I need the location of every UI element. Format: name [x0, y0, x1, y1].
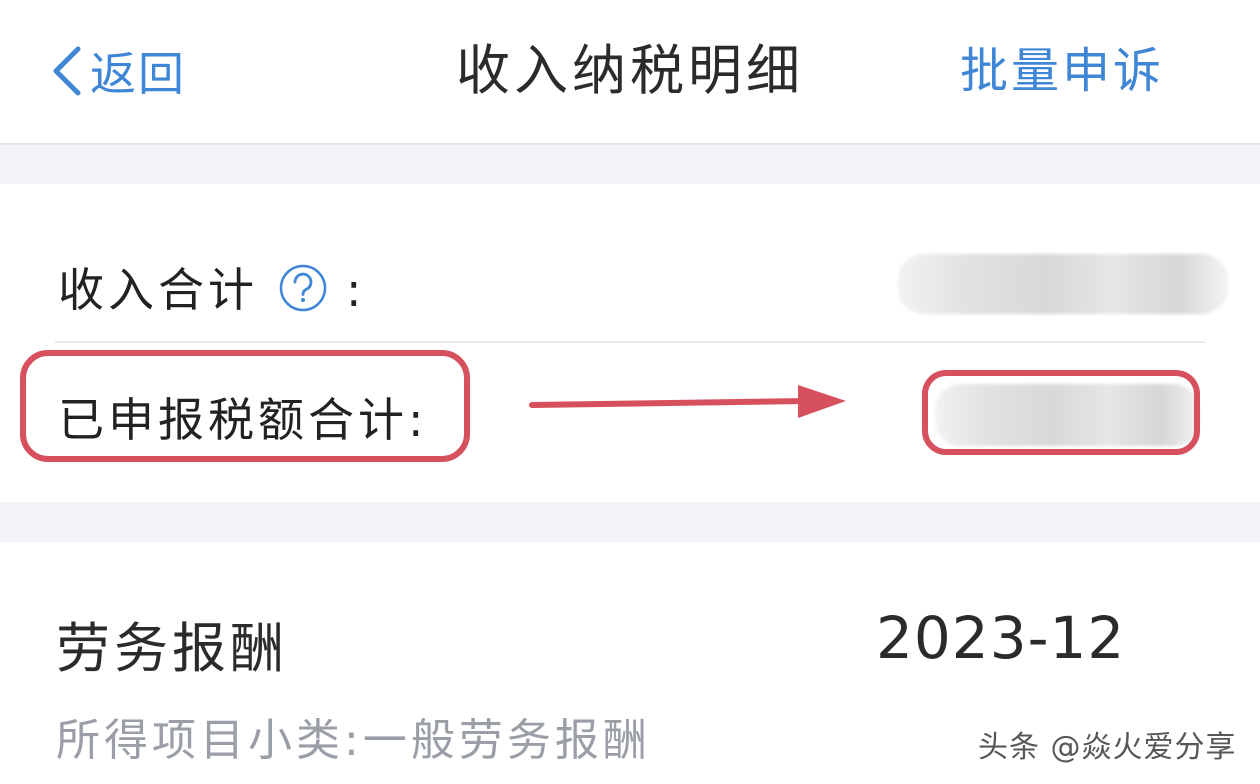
item-subcategory: 所得项目小类:一般劳务报酬: [56, 715, 651, 766]
income-total-value: [898, 254, 1228, 314]
income-total-row: 收入合计 :: [58, 254, 366, 324]
arrow-right-icon: [529, 385, 846, 418]
watermark: 头条 @焱火爱分享: [978, 730, 1237, 765]
divider: [55, 341, 1205, 343]
highlight-box-value: [922, 370, 1200, 455]
nav-header: 返回 收入纳税明细 批量申诉: [0, 0, 1260, 145]
highlight-box-label: [20, 350, 470, 462]
item-date: 2023-12: [876, 604, 1126, 672]
question-circle-icon[interactable]: [278, 263, 328, 324]
summary-card: 收入合计 : 已申报税额合计:: [0, 184, 1260, 502]
batch-appeal-button[interactable]: 批量申诉: [960, 38, 1164, 104]
item-title: 劳务报酬: [56, 617, 288, 680]
tax-detail-page: 返回 收入纳税明细 批量申诉 收入合计 : 已申报税额合计: 劳务报酬 2023…: [0, 0, 1260, 784]
income-total-colon: :: [346, 263, 366, 317]
income-total-label: 收入合计: [58, 263, 258, 317]
